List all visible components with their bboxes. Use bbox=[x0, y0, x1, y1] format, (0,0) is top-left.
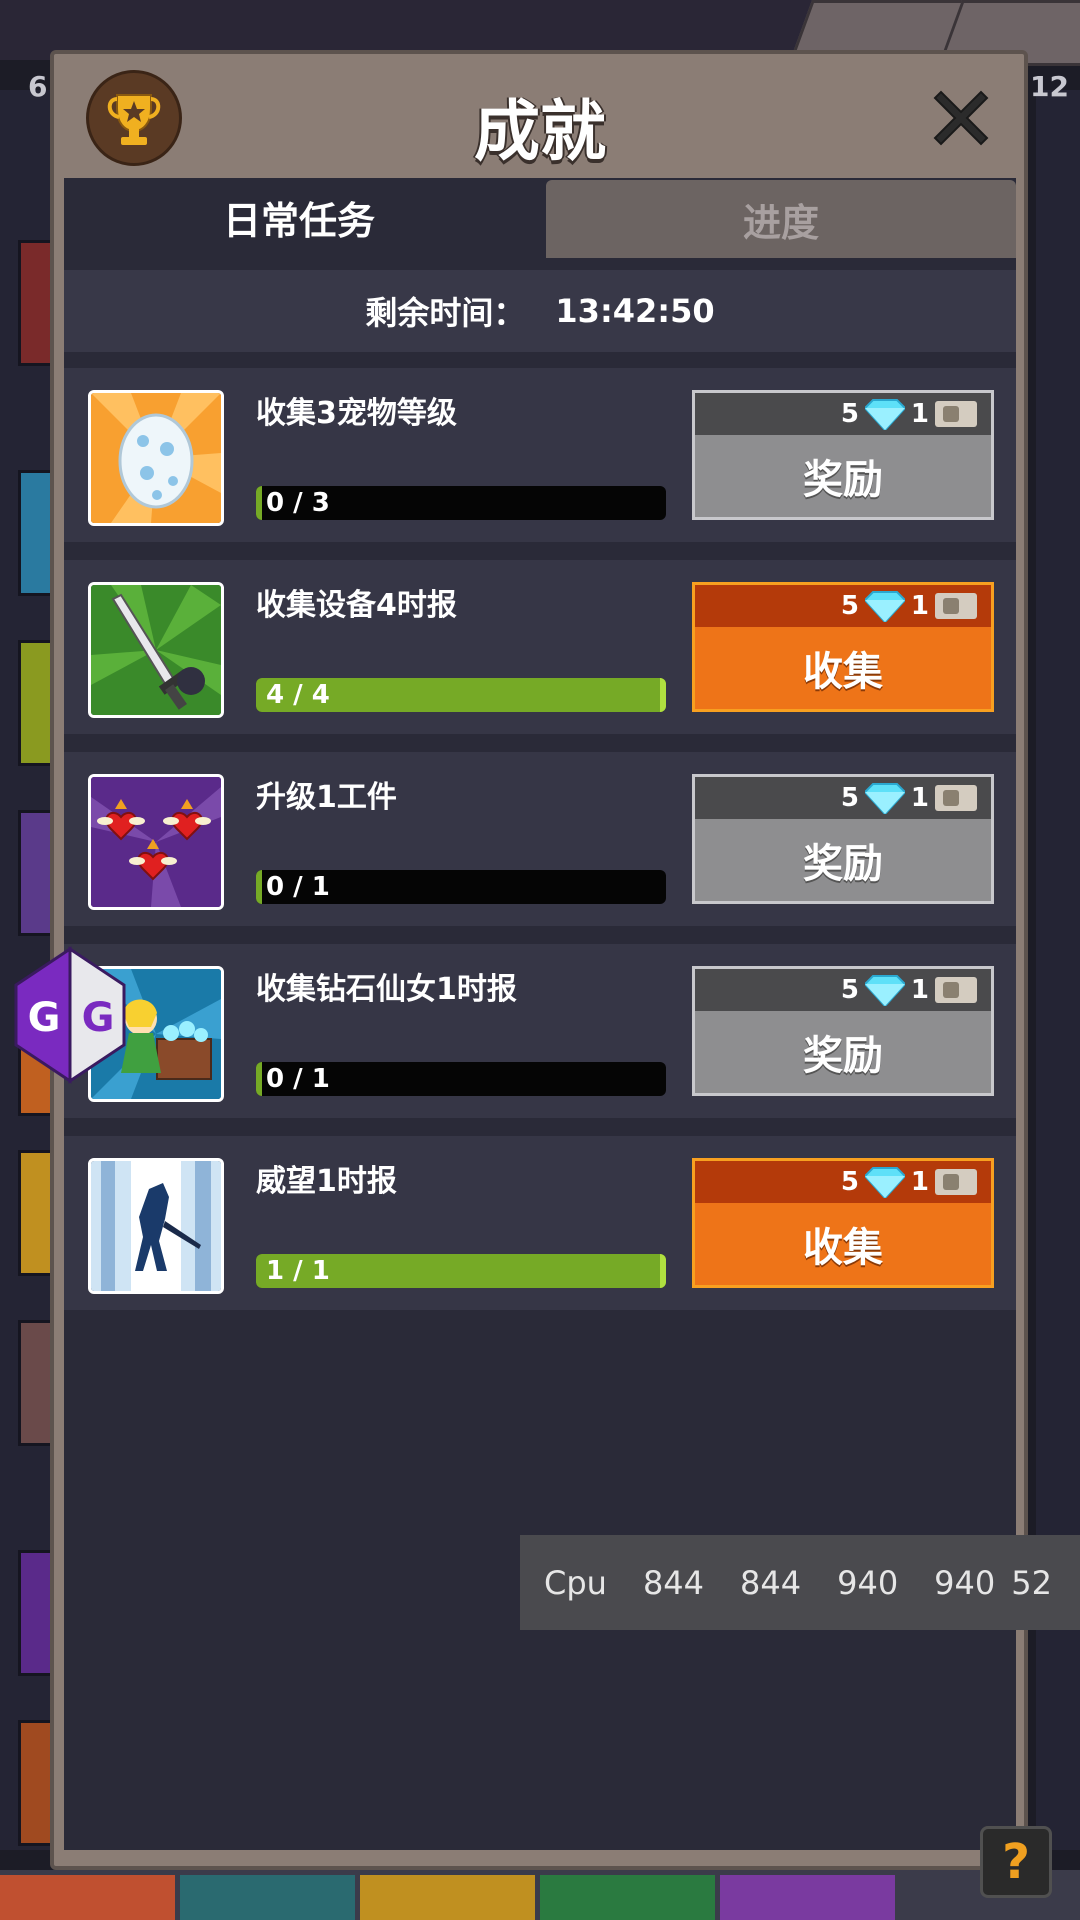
cpu-value: 844 bbox=[740, 1563, 802, 1602]
gem-count: 5 bbox=[840, 975, 859, 1005]
ticket-count: 1 bbox=[910, 975, 929, 1005]
tab-progress[interactable]: 进度 bbox=[546, 180, 1016, 258]
collect-button[interactable]: 收集 bbox=[695, 627, 991, 709]
progress-text: 0 / 3 bbox=[266, 488, 330, 518]
reward-amounts: 5 1 bbox=[695, 1161, 991, 1203]
progress-bar: 4 / 4 bbox=[256, 678, 666, 712]
task-name: 威望1时报 bbox=[256, 1164, 397, 1199]
ticket-count: 1 bbox=[910, 399, 929, 429]
cpu-overlay: Cpu 844 844 940 940 52 bbox=[520, 1535, 1080, 1630]
timer-label: 剩余时间： bbox=[365, 294, 526, 332]
diamond-icon bbox=[864, 783, 905, 814]
close-icon[interactable] bbox=[925, 82, 997, 154]
gem-count: 5 bbox=[840, 399, 859, 429]
progress-fill bbox=[256, 486, 262, 520]
task-name: 收集设备4时报 bbox=[256, 588, 457, 623]
reward-amounts: 5 1 bbox=[695, 585, 991, 627]
diamond-icon bbox=[864, 1167, 905, 1198]
background-number-right: 12 bbox=[1030, 70, 1069, 103]
winged-hearts-icon bbox=[88, 774, 224, 910]
reward-button[interactable]: 奖励 bbox=[695, 819, 991, 901]
gg-letter-right: G bbox=[82, 995, 115, 1041]
ticket-icon bbox=[935, 977, 977, 1003]
cpu-value: 844 bbox=[642, 1563, 705, 1602]
bottom-nav-item[interactable] bbox=[540, 1875, 715, 1920]
ticket-count: 1 bbox=[910, 1167, 929, 1197]
gg-badge[interactable]: G G bbox=[12, 945, 130, 1085]
bottom-nav-item[interactable] bbox=[720, 1875, 895, 1920]
reward-box[interactable]: 5 1 奖励 bbox=[692, 966, 994, 1096]
reward-box[interactable]: 5 1 奖励 bbox=[692, 774, 994, 904]
gem-count: 5 bbox=[840, 591, 859, 621]
tab-daily-tasks[interactable]: 日常任务 bbox=[64, 178, 534, 256]
progress-bar: 0 / 1 bbox=[256, 1062, 666, 1096]
task-row: 威望1时报 1 / 1 5 1 收集 bbox=[64, 1136, 1016, 1310]
ticket-icon bbox=[935, 593, 977, 619]
reward-box[interactable]: 5 1 收集 bbox=[692, 1158, 994, 1288]
bottom-nav-item[interactable] bbox=[360, 1875, 535, 1920]
gem-count: 5 bbox=[840, 1167, 859, 1197]
page-title: 成就 bbox=[474, 93, 606, 170]
task-name: 收集钻石仙女1时报 bbox=[256, 972, 517, 1007]
task-name: 收集3宠物等级 bbox=[256, 396, 457, 431]
task-row: 收集设备4时报 4 / 4 5 1 收集 bbox=[64, 560, 1016, 734]
bottom-nav-item[interactable] bbox=[0, 1875, 175, 1920]
trophy-icon bbox=[86, 70, 182, 166]
ticket-count: 1 bbox=[910, 783, 929, 813]
collect-button[interactable]: 收集 bbox=[695, 1203, 991, 1285]
progress-bar: 0 / 3 bbox=[256, 486, 666, 520]
progress-text: 0 / 1 bbox=[266, 872, 330, 902]
ticket-icon bbox=[935, 785, 977, 811]
progress-text: 0 / 1 bbox=[266, 1064, 330, 1094]
progress-fill bbox=[256, 870, 262, 904]
reward-button[interactable]: 奖励 bbox=[695, 435, 991, 517]
progress-bar: 1 / 1 bbox=[256, 1254, 666, 1288]
progress-bar: 0 / 1 bbox=[256, 870, 666, 904]
ticket-icon bbox=[935, 401, 977, 427]
task-row: 升级1工件 0 / 1 5 1 奖励 bbox=[64, 752, 1016, 926]
timer-value: 13:42:50 bbox=[555, 292, 715, 330]
gg-letter-left: G bbox=[28, 995, 61, 1041]
task-row: 收集钻石仙女1时报 0 / 1 5 1 奖励 bbox=[64, 944, 1016, 1118]
progress-fill bbox=[256, 1062, 262, 1096]
timer-bar: 剩余时间： 13:42:50 bbox=[64, 270, 1016, 352]
reward-button[interactable]: 奖励 bbox=[695, 1011, 991, 1093]
reward-amounts: 5 1 bbox=[695, 969, 991, 1011]
gem-count: 5 bbox=[840, 783, 859, 813]
ticket-count: 1 bbox=[910, 591, 929, 621]
diamond-icon bbox=[864, 591, 905, 622]
diamond-icon bbox=[864, 975, 905, 1006]
cpu-value: 940 bbox=[837, 1563, 899, 1602]
hero-silhouette-icon bbox=[88, 1158, 224, 1294]
progress-text: 4 / 4 bbox=[266, 680, 330, 710]
cpu-label: Cpu bbox=[544, 1563, 607, 1602]
help-button[interactable]: ? bbox=[980, 1826, 1052, 1898]
sword-icon bbox=[88, 582, 224, 718]
cpu-value: 52 bbox=[1011, 1563, 1052, 1602]
reward-amounts: 5 1 bbox=[695, 777, 991, 819]
task-row: 收集3宠物等级 0 / 3 5 1 奖励 bbox=[64, 368, 1016, 542]
reward-box[interactable]: 5 1 收集 bbox=[692, 582, 994, 712]
task-name: 升级1工件 bbox=[256, 780, 397, 815]
progress-text: 1 / 1 bbox=[266, 1256, 330, 1286]
ticket-icon bbox=[935, 1169, 977, 1195]
reward-box[interactable]: 5 1 奖励 bbox=[692, 390, 994, 520]
egg-icon bbox=[88, 390, 224, 526]
cpu-value: 940 bbox=[934, 1563, 996, 1602]
reward-amounts: 5 1 bbox=[695, 393, 991, 435]
diamond-icon bbox=[864, 399, 905, 430]
bottom-nav-item[interactable] bbox=[180, 1875, 355, 1920]
